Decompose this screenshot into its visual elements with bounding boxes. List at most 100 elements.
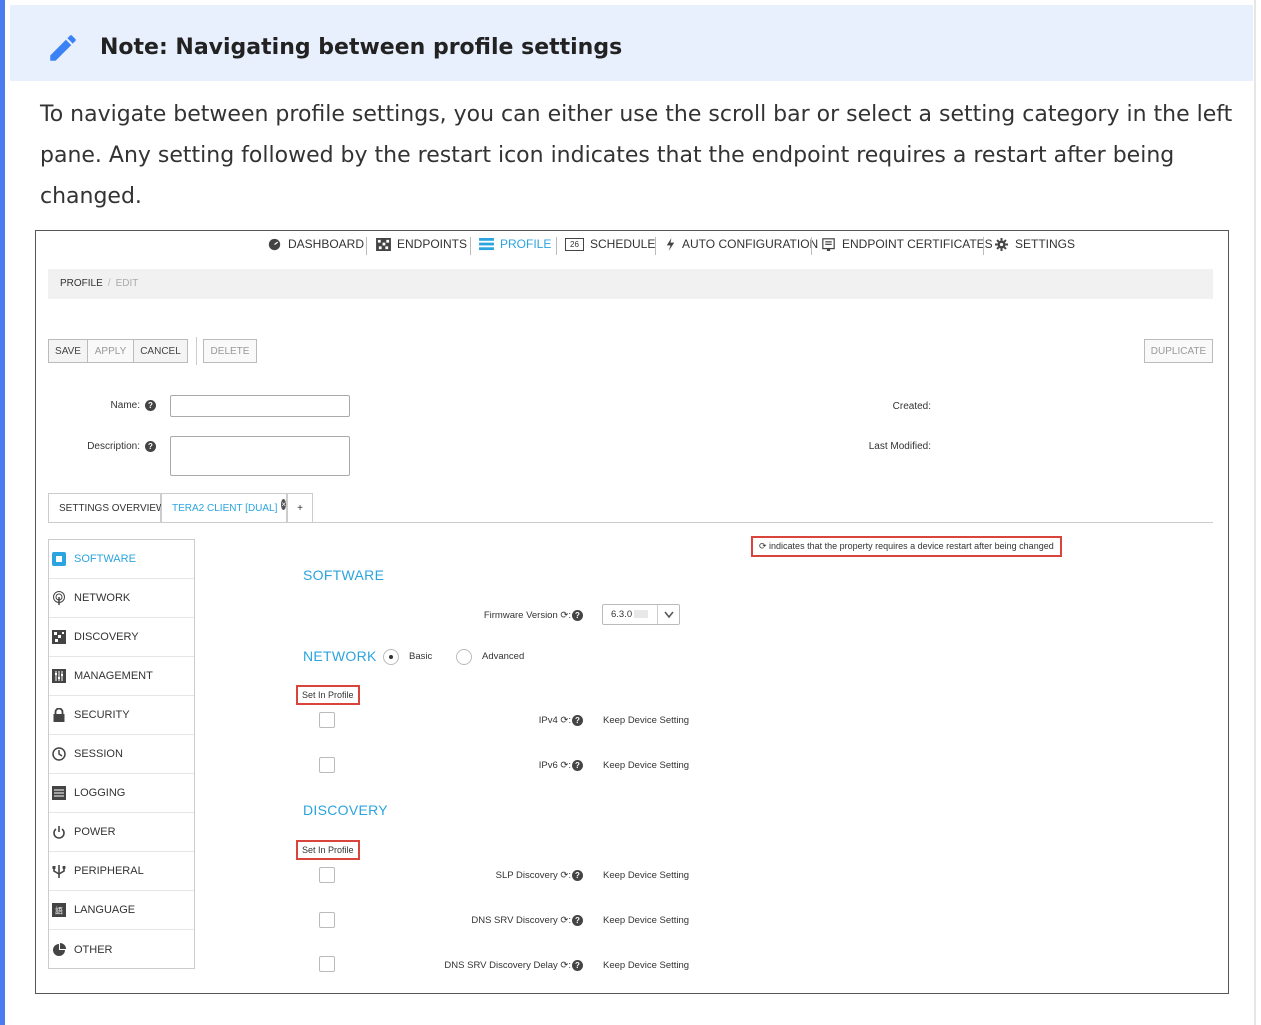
dns-srv-discovery-label: DNS SRV Discovery ⟳: <box>471 915 571 926</box>
sidebar-item-other[interactable]: OTHER <box>49 930 194 969</box>
nav-auto-configuration-label: AUTO CONFIGURATION <box>682 237 819 251</box>
name-input[interactable] <box>170 395 350 417</box>
settings-sidebar: SOFTWARE NETWORK DISCOVERY MANAGEMENT SE… <box>48 539 195 969</box>
help-icon[interactable]: ? <box>572 715 583 726</box>
help-icon[interactable]: ? <box>145 400 156 411</box>
sidebar-item-label: SOFTWARE <box>74 553 136 565</box>
nav-divider <box>983 237 984 255</box>
ipv6-checkbox[interactable] <box>319 757 335 773</box>
nav-schedule-label: SCHEDULE <box>590 237 656 251</box>
top-navigation: DASHBOARD ENDPOINTS PROFILE 26 SCHEDULE … <box>36 231 1228 257</box>
sidebar-item-label: MANAGEMENT <box>74 670 153 682</box>
power-icon <box>53 826 65 839</box>
nav-endpoints-label: ENDPOINTS <box>397 237 468 251</box>
nav-divider <box>655 237 656 255</box>
restart-note: ⟳ indicates that the property requires a… <box>751 536 1062 557</box>
discovery-icon <box>52 630 66 644</box>
dns-srv-discovery-checkbox[interactable] <box>319 912 335 928</box>
profile-icon <box>479 237 494 250</box>
nav-endpoint-certificates[interactable]: ENDPOINT CERTIFICATES <box>821 236 993 252</box>
section-title-software: SOFTWARE <box>303 567 385 583</box>
nav-endpoints[interactable]: ENDPOINTS <box>376 236 467 252</box>
nav-divider <box>470 237 471 255</box>
ipv4-label: IPv4 ⟳: <box>538 715 571 726</box>
help-icon[interactable]: ? <box>145 441 156 452</box>
nav-divider <box>366 237 367 255</box>
sidebar-item-label: LOGGING <box>74 787 126 799</box>
dns-srv-discovery-delay-label: DNS SRV Discovery Delay ⟳: <box>444 960 571 971</box>
lock-icon <box>53 708 65 722</box>
radio-basic[interactable] <box>383 649 399 665</box>
apply-button[interactable]: APPLY <box>88 339 134 363</box>
close-icon[interactable]: × <box>281 499 287 510</box>
help-icon[interactable]: ? <box>572 760 583 771</box>
save-button[interactable]: SAVE <box>48 339 88 363</box>
software-icon <box>52 552 66 566</box>
endpoints-icon <box>376 237 391 251</box>
redacted-region <box>634 610 649 619</box>
management-icon <box>52 669 66 683</box>
usb-icon <box>52 865 66 878</box>
certificate-icon <box>822 237 835 251</box>
slp-discovery-label: SLP Discovery ⟳: <box>495 870 571 881</box>
sidebar-item-label: PERIPHERAL <box>74 865 144 877</box>
note-header: Note: Navigating between profile setting… <box>10 5 1253 81</box>
sidebar-item-power[interactable]: POWER <box>49 813 194 852</box>
help-icon[interactable]: ? <box>572 960 583 971</box>
tab-tera2-client-label: TERA2 CLIENT [DUAL] <box>172 503 278 514</box>
pie-icon <box>53 942 66 956</box>
nav-schedule[interactable]: 26 SCHEDULE <box>565 236 655 252</box>
dns-srv-discovery-delay-value: Keep Device Setting <box>603 960 690 971</box>
slp-discovery-checkbox[interactable] <box>319 867 335 883</box>
firmware-version-select[interactable]: 6.3.0 <box>602 604 680 625</box>
cancel-button[interactable]: CANCEL <box>133 339 188 363</box>
sidebar-item-network[interactable]: NETWORK <box>49 579 194 618</box>
dns-srv-discovery-value: Keep Device Setting <box>603 915 690 926</box>
description-label: Description:? <box>56 441 156 452</box>
firmware-version-value: 6.3.0 <box>603 609 657 620</box>
nav-settings-label: SETTINGS <box>1015 237 1076 251</box>
duplicate-button[interactable]: DUPLICATE <box>1144 339 1213 363</box>
screenshot-frame: DASHBOARD ENDPOINTS PROFILE 26 SCHEDULE … <box>35 230 1229 994</box>
breadcrumb-separator: / <box>107 278 111 289</box>
created-label: Created: <box>892 401 931 412</box>
sidebar-item-logging[interactable]: LOGGING <box>49 774 194 813</box>
nav-profile[interactable]: PROFILE <box>479 236 551 252</box>
sidebar-item-session[interactable]: SESSION <box>49 735 194 774</box>
lightning-icon <box>666 237 675 251</box>
delete-button[interactable]: DELETE <box>203 339 257 363</box>
tab-tera2-client[interactable]: TERA2 CLIENT [DUAL] × <box>161 493 287 523</box>
sidebar-item-discovery[interactable]: DISCOVERY <box>49 618 194 657</box>
sidebar-item-management[interactable]: MANAGEMENT <box>49 657 194 696</box>
description-textarea[interactable] <box>170 436 350 476</box>
sidebar-item-peripheral[interactable]: PERIPHERAL <box>49 852 194 891</box>
add-tab-button[interactable]: + <box>287 493 313 523</box>
nav-dashboard-label: DASHBOARD <box>288 237 365 251</box>
tab-settings-overview[interactable]: SETTINGS OVERVIEW <box>48 493 166 523</box>
help-icon[interactable]: ? <box>572 915 583 926</box>
ipv6-value: Keep Device Setting <box>603 760 690 771</box>
help-icon[interactable]: ? <box>572 610 583 621</box>
breadcrumb-profile[interactable]: PROFILE <box>60 278 103 289</box>
dashboard-icon <box>268 238 281 250</box>
ipv4-value: Keep Device Setting <box>603 715 690 726</box>
breadcrumb: PROFILE / EDIT <box>48 269 1213 299</box>
nav-auto-configuration[interactable]: AUTO CONFIGURATION <box>665 236 818 252</box>
nav-settings[interactable]: SETTINGS <box>994 236 1075 252</box>
sidebar-item-software[interactable]: SOFTWARE <box>49 540 194 579</box>
note-title: Note: Navigating between profile setting… <box>100 35 623 60</box>
dns-srv-discovery-delay-checkbox[interactable] <box>319 956 335 972</box>
sidebar-item-security[interactable]: SECURITY <box>49 696 194 735</box>
sidebar-item-label: SESSION <box>74 748 123 760</box>
breadcrumb-edit: EDIT <box>115 278 139 289</box>
help-icon[interactable]: ? <box>572 870 583 881</box>
ipv6-label: IPv6 ⟳: <box>538 760 571 771</box>
log-icon <box>52 786 66 800</box>
radio-advanced[interactable] <box>456 649 472 665</box>
sidebar-item-language[interactable]: 語 LANGUAGE <box>49 891 194 930</box>
nav-dashboard[interactable]: DASHBOARD <box>267 236 364 252</box>
toolbar-divider <box>196 337 197 365</box>
name-label: Name:? <box>76 400 156 411</box>
nav-endpoint-certificates-label: ENDPOINT CERTIFICATES <box>842 237 993 251</box>
ipv4-checkbox[interactable] <box>319 712 335 728</box>
